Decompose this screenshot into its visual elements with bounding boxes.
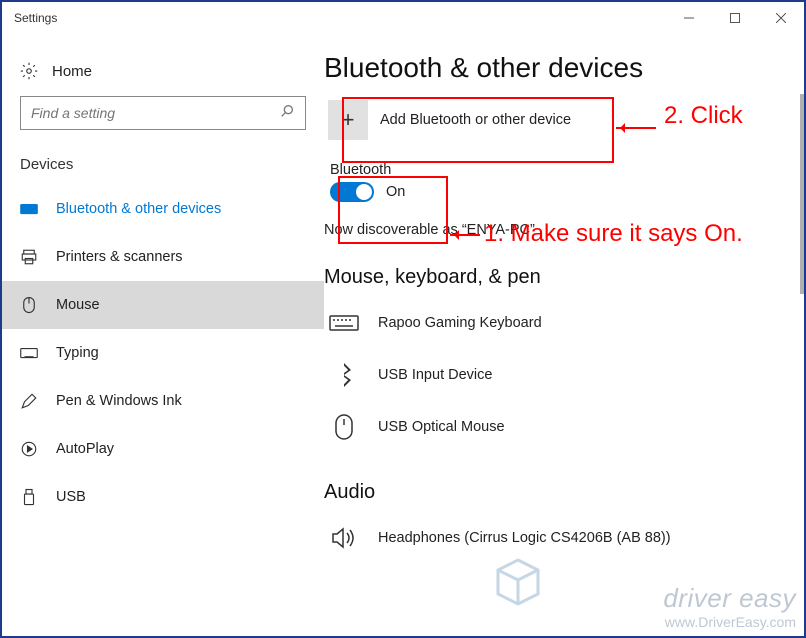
sidebar-item-printers[interactable]: Printers & scanners bbox=[2, 233, 324, 281]
scrollbar[interactable] bbox=[800, 94, 804, 294]
device-name: Rapoo Gaming Keyboard bbox=[378, 315, 542, 331]
autoplay-icon bbox=[20, 440, 38, 458]
pen-icon bbox=[20, 392, 38, 410]
keyboard-icon bbox=[328, 307, 360, 339]
typing-icon bbox=[20, 344, 38, 362]
subhead-devices: Mouse, keyboard, & pen bbox=[324, 266, 792, 289]
window-controls bbox=[666, 2, 804, 34]
sidebar-item-label: Typing bbox=[56, 345, 99, 361]
sidebar-item-bluetooth[interactable]: Bluetooth & other devices bbox=[2, 185, 324, 233]
sidebar-item-label: Bluetooth & other devices bbox=[56, 201, 221, 217]
sidebar-item-label: AutoPlay bbox=[56, 441, 114, 457]
speaker-icon bbox=[328, 522, 360, 554]
device-name: USB Optical Mouse bbox=[378, 419, 505, 435]
sidebar: Home Devices Bluetooth & other devices P… bbox=[2, 34, 324, 636]
sidebar-item-typing[interactable]: Typing bbox=[2, 329, 324, 377]
device-row[interactable]: USB Optical Mouse bbox=[324, 401, 792, 453]
maximize-button[interactable] bbox=[712, 2, 758, 34]
sidebar-item-label: Pen & Windows Ink bbox=[56, 393, 182, 409]
discoverable-text: Now discoverable as “ENYA-PC” bbox=[324, 222, 792, 238]
sidebar-item-autoplay[interactable]: AutoPlay bbox=[2, 425, 324, 473]
device-row[interactable]: Headphones (Cirrus Logic CS4206B (AB 88)… bbox=[324, 512, 792, 564]
minimize-button[interactable] bbox=[666, 2, 712, 34]
printer-icon bbox=[20, 248, 38, 266]
sidebar-item-pen[interactable]: Pen & Windows Ink bbox=[2, 377, 324, 425]
bluetooth-section: Bluetooth On bbox=[324, 156, 434, 208]
add-device-label: Add Bluetooth or other device bbox=[380, 112, 571, 128]
device-row[interactable]: Rapoo Gaming Keyboard bbox=[324, 297, 792, 349]
device-name: USB Input Device bbox=[378, 367, 492, 383]
page-title: Bluetooth & other devices bbox=[324, 52, 792, 84]
mouse-icon bbox=[328, 411, 360, 443]
usb-icon bbox=[20, 488, 38, 506]
window-title: Settings bbox=[14, 11, 57, 25]
device-name: Headphones (Cirrus Logic CS4206B (AB 88)… bbox=[378, 530, 671, 546]
search-input-wrap[interactable] bbox=[20, 96, 306, 130]
titlebar: Settings bbox=[2, 2, 804, 34]
sidebar-item-label: USB bbox=[56, 489, 86, 505]
plus-icon: + bbox=[328, 100, 368, 140]
search-input[interactable] bbox=[31, 105, 279, 121]
bluetooth-label: Bluetooth bbox=[330, 162, 428, 178]
sidebar-section: Devices bbox=[2, 156, 324, 185]
device-row[interactable]: USB Input Device bbox=[324, 349, 792, 401]
bluetooth-state: On bbox=[386, 184, 405, 200]
sidebar-item-usb[interactable]: USB bbox=[2, 473, 324, 521]
add-device-button[interactable]: + Add Bluetooth or other device bbox=[324, 96, 592, 144]
keyboard-icon bbox=[20, 200, 38, 218]
home-link[interactable]: Home bbox=[2, 54, 324, 96]
sidebar-item-mouse[interactable]: Mouse bbox=[2, 281, 324, 329]
bluetooth-toggle[interactable] bbox=[330, 182, 374, 202]
close-button[interactable] bbox=[758, 2, 804, 34]
sidebar-item-label: Mouse bbox=[56, 297, 100, 313]
sidebar-item-label: Printers & scanners bbox=[56, 249, 183, 265]
home-label: Home bbox=[52, 63, 92, 80]
gear-icon bbox=[20, 62, 38, 80]
main-panel: Bluetooth & other devices + Add Bluetoot… bbox=[324, 34, 804, 636]
bluetooth-icon bbox=[328, 359, 360, 391]
mouse-icon bbox=[20, 296, 38, 314]
subhead-audio: Audio bbox=[324, 481, 792, 504]
search-icon bbox=[279, 103, 295, 124]
